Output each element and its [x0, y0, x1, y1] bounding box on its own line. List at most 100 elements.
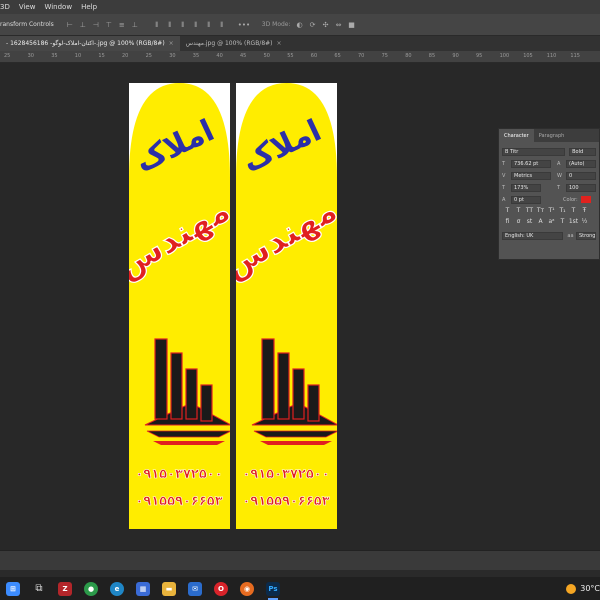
ruler-tick: 55	[287, 53, 294, 59]
camera-icon[interactable]: ■	[348, 21, 356, 29]
filezilla-button[interactable]: Z	[54, 578, 76, 600]
ruler-tick: 115	[570, 53, 580, 59]
horizontal-scale-field[interactable]: 100	[566, 183, 596, 192]
menu-help[interactable]: Help	[81, 3, 97, 11]
tab-character[interactable]: Character	[499, 129, 534, 142]
all-caps-icon[interactable]: TT	[524, 207, 535, 216]
tab-label: - 1628456186 -اکتان-املاک-لوگو-.jpg @ 10…	[6, 40, 165, 47]
store-button[interactable]: ▦	[132, 578, 154, 600]
language-select[interactable]: English: UK	[502, 231, 564, 240]
more-options-icon[interactable]: •••	[238, 21, 250, 29]
color-label: Color:	[563, 196, 578, 203]
windows-icon: ⊞	[6, 581, 20, 596]
ruler-tick: 100	[499, 53, 510, 59]
transform-controls-label[interactable]: ransform Controls	[0, 21, 54, 28]
canvas-area[interactable]: املاک مهندس ۰۹۱۵۰۳۷۲۵۰۰ ۰۹۱۵۵۹۰۶۶۵۳ املا	[0, 63, 600, 550]
roll-icon[interactable]: ⟳	[309, 21, 317, 29]
tab-label: مهندس.jpg @ 100% (RGB/8#)	[185, 40, 273, 47]
fraction-half-icon[interactable]: ½	[579, 218, 590, 227]
weather-widget[interactable]: 30°C	[566, 577, 600, 600]
close-icon[interactable]: ×	[169, 40, 174, 47]
tab-document-2[interactable]: مهندس.jpg @ 100% (RGB/8#) ×	[180, 36, 288, 51]
firefox-button[interactable]: ◉	[236, 578, 258, 600]
banner-artwork: املاک مهندس ۰۹۱۵۰۳۷۲۵۰۰ ۰۹۱۵۵۹۰۶۶۵۳	[129, 83, 230, 529]
character-panel: Character Paragraph B Titr Bold T 736.62…	[498, 128, 600, 260]
pan-icon[interactable]: ✣	[322, 21, 330, 29]
tracking-field[interactable]: 0	[566, 171, 596, 180]
font-family-select[interactable]: B Titr	[502, 147, 566, 156]
distribute-6-icon[interactable]: ⫴	[218, 21, 226, 29]
text-color-swatch[interactable]	[580, 196, 591, 203]
faux-italic-icon[interactable]: T	[513, 207, 524, 216]
ruler-tick: 75	[381, 53, 388, 59]
align-middle-icon[interactable]: ≡	[118, 21, 126, 29]
ruler-tick: 25	[145, 53, 152, 59]
ruler-tick: 20	[122, 53, 129, 59]
baseline-shift-field[interactable]: 0 pt	[511, 195, 541, 204]
align-top-icon[interactable]: ⊤	[105, 21, 113, 29]
ruler-tick: 60	[310, 53, 318, 59]
antialias-icon: aa	[567, 232, 574, 239]
character-panel-tabs: Character Paragraph	[499, 129, 599, 142]
align-bottom-icon[interactable]: ⊥	[131, 21, 139, 29]
menu-window[interactable]: Window	[44, 3, 72, 11]
mail-button[interactable]: ✉	[184, 578, 206, 600]
antialias-select[interactable]: Strong	[576, 231, 596, 240]
oldstyle-icon[interactable]: σ	[513, 218, 524, 227]
ordinals-icon[interactable]: aᵃ	[546, 218, 557, 227]
type-style-buttons: T T TT Tт T¹ T₁ T Ŧ	[499, 207, 599, 216]
ruler-tick: 25	[4, 53, 11, 59]
vertical-scale-field[interactable]: 173%	[511, 183, 541, 192]
faux-bold-icon[interactable]: T	[502, 207, 513, 216]
ligatures-icon[interactable]: fi	[502, 218, 513, 227]
horizontal-scale-icon: T	[557, 184, 561, 191]
align-right-icon[interactable]: ⊣	[92, 21, 100, 29]
distribute-4-icon[interactable]: ⫴	[192, 21, 200, 29]
distribute-3-icon[interactable]: ⫴	[179, 21, 187, 29]
orbit-icon[interactable]: ◐	[296, 21, 304, 29]
options-bar: ransform Controls ⊢ ⊥ ⊣ ⊤ ≡ ⊥ ⫴ ⫴ ⫴ ⫴ ⫴ …	[0, 14, 600, 36]
photoshop-icon: Ps	[266, 581, 280, 596]
superscript-icon[interactable]: T¹	[546, 207, 557, 216]
explorer-button[interactable]: ▬	[158, 578, 180, 600]
tab-paragraph[interactable]: Paragraph	[534, 129, 570, 142]
underline-icon[interactable]: T	[568, 207, 579, 216]
align-center-icon[interactable]: ⊥	[79, 21, 87, 29]
leading-field[interactable]: (Auto)	[566, 159, 596, 168]
start-button[interactable]: ⊞	[2, 578, 24, 600]
banner-phone-2: ۰۹۱۵۵۹۰۶۶۵۳	[135, 494, 222, 509]
document-tabs: - 1628456186 -اکتان-املاک-لوگو-.jpg @ 10…	[0, 36, 600, 51]
ruler-tick: 15	[98, 53, 105, 59]
slide-icon[interactable]: ⇔	[335, 21, 343, 29]
close-icon[interactable]: ×	[277, 40, 282, 47]
alternates-icon[interactable]: A	[535, 218, 546, 227]
chrome-button[interactable]: ●	[80, 578, 102, 600]
distribute-2-icon[interactable]: ⫴	[166, 21, 174, 29]
3d-mode-label: 3D Mode:	[261, 21, 291, 28]
fractions-icon[interactable]: T	[557, 218, 568, 227]
swash-icon[interactable]: st	[524, 218, 535, 227]
edge-icon: e	[110, 581, 124, 596]
photoshop-button[interactable]: Ps	[262, 578, 284, 600]
tab-document-1[interactable]: - 1628456186 -اکتان-املاک-لوگو-.jpg @ 10…	[0, 36, 180, 51]
strikethrough-icon[interactable]: Ŧ	[579, 207, 590, 216]
document-canvas[interactable]: املاک مهندس ۰۹۱۵۰۳۷۲۵۰۰ ۰۹۱۵۵۹۰۶۶۵۳ املا	[129, 83, 337, 529]
menu-3d[interactable]: 3D	[0, 3, 10, 11]
small-caps-icon[interactable]: Tт	[535, 207, 546, 216]
opera-button[interactable]: O	[210, 578, 232, 600]
menu-view[interactable]: View	[19, 3, 36, 11]
task-view-button[interactable]: ⧉	[28, 578, 50, 600]
distribute-1-icon[interactable]: ⫴	[153, 21, 161, 29]
font-size-field[interactable]: 736.62 pt	[511, 159, 551, 168]
subscript-icon[interactable]: T₁	[557, 207, 568, 216]
distribute-5-icon[interactable]: ⫴	[205, 21, 213, 29]
status-bar	[0, 550, 600, 570]
folder-icon: ▬	[162, 581, 176, 596]
titling-icon[interactable]: 1st	[568, 218, 579, 227]
store-icon: ▦	[136, 581, 150, 596]
opera-icon: O	[214, 581, 228, 596]
edge-button[interactable]: e	[106, 578, 128, 600]
align-left-icon[interactable]: ⊢	[66, 21, 74, 29]
kerning-field[interactable]: Metrics	[511, 171, 551, 180]
font-style-select[interactable]: Bold	[569, 147, 596, 156]
